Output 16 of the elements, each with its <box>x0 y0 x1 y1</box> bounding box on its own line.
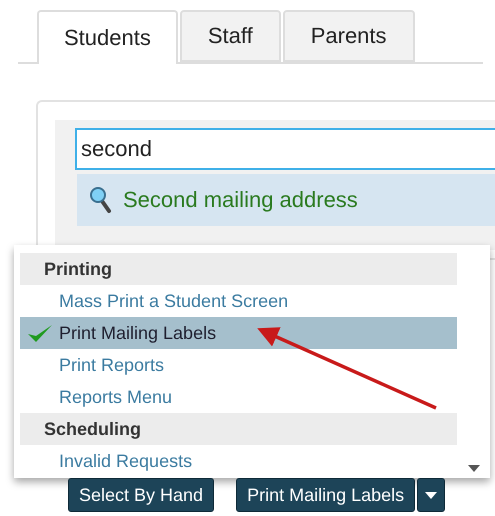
tab[interactable]: Students <box>37 10 178 64</box>
tab[interactable]: Staff <box>180 10 281 62</box>
menu-section-header: Scheduling <box>20 413 457 445</box>
dropdown-toggle-button[interactable] <box>417 478 446 512</box>
suggestion-item[interactable]: Second mailing address <box>77 174 495 226</box>
caret-icon <box>425 492 438 498</box>
tab[interactable]: Parents <box>282 10 415 62</box>
suggestion-text: Second mailing address <box>123 187 358 213</box>
menu-section-header: Printing <box>20 253 457 285</box>
select-by-hand-button[interactable]: Select By Hand <box>68 478 214 512</box>
scroll-down-icon[interactable] <box>468 465 480 472</box>
menu-item[interactable]: Print Mailing Labels <box>20 317 457 349</box>
search-icon <box>89 186 113 214</box>
check-icon <box>26 323 52 343</box>
print-labels-button[interactable]: Print Mailing Labels <box>236 478 416 512</box>
search-field[interactable]: second <box>75 128 495 170</box>
